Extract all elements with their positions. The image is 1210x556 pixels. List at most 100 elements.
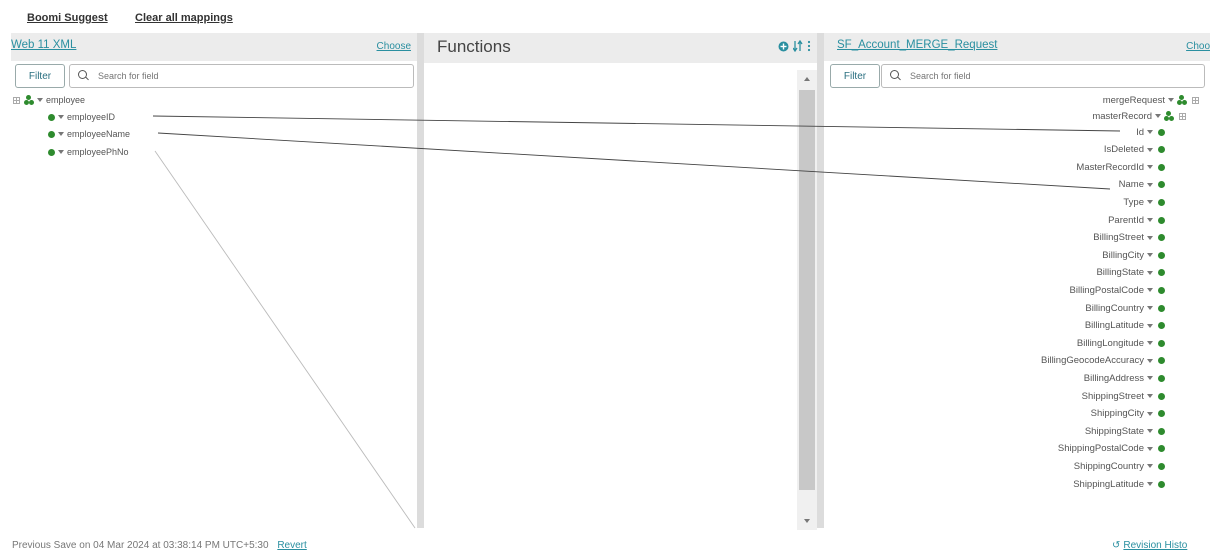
destination-field-node[interactable]: IsDeleted — [1104, 144, 1165, 156]
chevron-down-icon[interactable] — [1147, 358, 1153, 363]
element-node-icon — [1158, 480, 1165, 488]
source-field-node[interactable]: employeeName — [48, 128, 130, 140]
chevron-down-icon[interactable] — [1147, 464, 1153, 469]
functions-scrollbar[interactable] — [797, 70, 817, 530]
destination-field-node[interactable]: BillingPostalCode — [1070, 284, 1165, 296]
element-node-icon — [1158, 304, 1165, 312]
destination-field-node[interactable]: ShippingLatitude — [1073, 478, 1165, 490]
chevron-down-icon[interactable] — [1147, 270, 1153, 275]
destination-field-node[interactable]: BillingGeocodeAccuracy — [1041, 355, 1165, 367]
source-profile-link[interactable]: Web 11 XML — [11, 39, 76, 51]
add-function-icon[interactable] — [778, 41, 789, 52]
destination-search-input[interactable] — [908, 70, 1204, 82]
destination-field-node[interactable]: MasterRecordId — [1076, 161, 1165, 173]
scroll-up-icon[interactable] — [797, 74, 817, 84]
chevron-down-icon[interactable] — [1168, 98, 1174, 102]
collapse-icon[interactable] — [1192, 96, 1199, 104]
chevron-down-icon[interactable] — [1147, 182, 1153, 187]
destination-field-node[interactable]: ShippingStreet — [1082, 390, 1165, 402]
destination-field-node[interactable]: ShippingCountry — [1074, 460, 1165, 472]
source-field-node[interactable]: employeePhNo — [48, 146, 129, 158]
source-filter-button[interactable]: Filter — [15, 64, 65, 88]
chevron-down-icon[interactable] — [58, 132, 64, 136]
destination-field-label: MasterRecordId — [1076, 161, 1144, 173]
destination-field-node[interactable]: Name — [1119, 179, 1165, 191]
sort-icon[interactable] — [793, 40, 803, 52]
chevron-down-icon[interactable] — [1147, 376, 1153, 381]
destination-choose-link[interactable]: Choo — [1186, 41, 1210, 52]
destination-root-node[interactable]: mergeRequest — [1103, 94, 1199, 106]
chevron-down-icon[interactable] — [1147, 306, 1153, 310]
destination-field-label: BillingState — [1096, 267, 1144, 279]
destination-field-node[interactable]: Type — [1123, 196, 1165, 208]
destination-field-node[interactable]: ShippingState — [1085, 425, 1165, 437]
element-node-icon — [1158, 322, 1165, 330]
element-node-icon — [1158, 269, 1165, 277]
destination-field-label: ShippingState — [1084, 425, 1144, 437]
scrollbar-thumb[interactable] — [799, 90, 815, 490]
destination-field-node[interactable]: BillingAddress — [1084, 372, 1165, 384]
element-node-icon — [1158, 251, 1165, 259]
destination-profile-link[interactable]: SF_Account_MERGE_Request — [837, 39, 997, 51]
revision-history-link[interactable]: ↺ Revision Histo — [1112, 540, 1187, 551]
chevron-down-icon[interactable] — [1147, 341, 1153, 346]
source-profile-panel: Web 11 XML Choose Filter — [11, 33, 417, 533]
source-field-node[interactable]: employeeID — [48, 111, 115, 123]
collapse-icon[interactable] — [13, 96, 20, 104]
scroll-down-icon[interactable] — [797, 516, 817, 526]
source-choose-link[interactable]: Choose — [377, 41, 411, 52]
element-node-icon — [1158, 427, 1165, 435]
chevron-down-icon[interactable] — [1147, 235, 1153, 240]
destination-field-node[interactable]: ShippingCity — [1091, 408, 1165, 420]
source-root-node[interactable]: employee — [13, 94, 85, 106]
element-group-icon — [24, 95, 34, 105]
chevron-down-icon[interactable] — [1147, 165, 1153, 170]
chevron-down-icon[interactable] — [1147, 200, 1153, 205]
collapse-icon[interactable] — [1179, 112, 1186, 120]
destination-field-node[interactable]: ParentId — [1108, 214, 1165, 226]
destination-filter-button[interactable]: Filter — [830, 64, 880, 88]
chevron-down-icon[interactable] — [37, 98, 43, 102]
element-node-icon — [1158, 286, 1165, 294]
chevron-down-icon[interactable] — [1147, 446, 1153, 451]
destination-field-node[interactable]: BillingLongitude — [1077, 337, 1165, 349]
chevron-down-icon[interactable] — [1155, 114, 1161, 118]
chevron-down-icon[interactable] — [1147, 218, 1153, 222]
destination-field-node[interactable]: ShippingPostalCode — [1058, 443, 1165, 455]
destination-field-node[interactable]: BillingCity — [1102, 249, 1165, 261]
destination-field-node[interactable]: BillingStreet — [1093, 232, 1165, 244]
chevron-down-icon[interactable] — [1147, 411, 1153, 416]
chevron-down-icon[interactable] — [1147, 429, 1153, 434]
element-node-icon — [48, 113, 55, 121]
chevron-down-icon[interactable] — [1147, 482, 1153, 486]
boomi-suggest-link[interactable]: Boomi Suggest — [27, 12, 108, 24]
destination-record-node[interactable]: masterRecord — [1092, 110, 1186, 122]
destination-search-box — [881, 64, 1205, 88]
search-icon — [78, 70, 90, 82]
panel-splitter[interactable] — [417, 33, 424, 528]
more-options-icon[interactable] — [807, 40, 811, 52]
chevron-down-icon[interactable] — [1147, 147, 1153, 152]
panel-splitter[interactable] — [817, 33, 824, 528]
source-search-input[interactable] — [96, 70, 413, 82]
destination-field-label: BillingPostalCode — [1069, 284, 1144, 296]
element-node-icon — [1158, 146, 1165, 154]
clear-all-mappings-link[interactable]: Clear all mappings — [135, 12, 233, 24]
destination-field-label: BillingCity — [1102, 249, 1144, 261]
chevron-down-icon[interactable] — [1147, 288, 1153, 293]
destination-field-node[interactable]: BillingLatitude — [1085, 320, 1165, 332]
history-icon: ↺ — [1112, 540, 1121, 551]
destination-field-node[interactable]: Id — [1136, 126, 1165, 138]
chevron-down-icon[interactable] — [1147, 323, 1153, 328]
destination-field-node[interactable]: BillingCountry — [1085, 302, 1165, 314]
chevron-down-icon[interactable] — [1147, 130, 1153, 134]
chevron-down-icon[interactable] — [58, 115, 64, 119]
destination-field-label: ShippingCity — [1090, 408, 1144, 420]
destination-field-node[interactable]: BillingState — [1096, 267, 1165, 279]
element-node-icon — [1158, 357, 1165, 365]
chevron-down-icon[interactable] — [58, 150, 64, 154]
chevron-down-icon[interactable] — [1147, 394, 1153, 398]
chevron-down-icon[interactable] — [1147, 253, 1153, 258]
source-field-label: employeePhNo — [67, 147, 129, 157]
revert-link[interactable]: Revert — [277, 540, 306, 551]
